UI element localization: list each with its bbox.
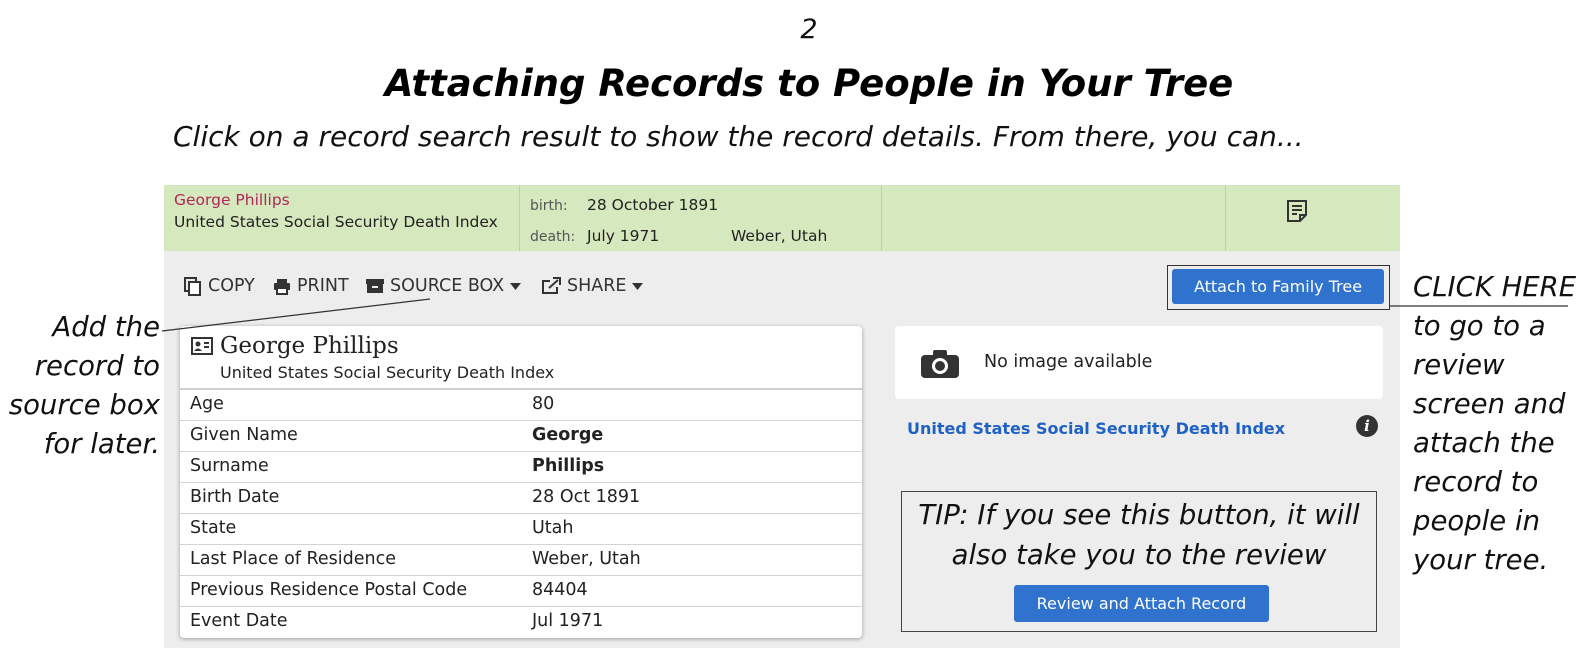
annotation-pointer-lines (161, 298, 1568, 332)
source-box-pointer-line (161, 298, 431, 332)
